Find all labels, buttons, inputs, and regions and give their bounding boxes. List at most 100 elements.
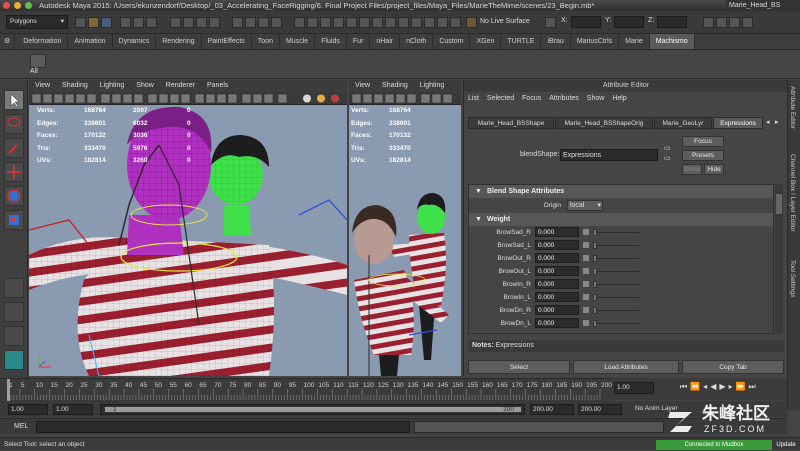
end-time-field[interactable]: 200.00 bbox=[578, 404, 622, 415]
viewport-menu-renderer[interactable]: Renderer bbox=[166, 82, 195, 89]
viewport-menu-view[interactable]: View bbox=[35, 82, 50, 89]
go-start-icon[interactable]: ⏮ bbox=[680, 382, 690, 391]
select-component-icon[interactable] bbox=[146, 17, 157, 28]
viewport-camera[interactable]: View Shading Lighting 168764 338601 1701… bbox=[349, 80, 461, 376]
load-attributes-button[interactable]: Load Attributes bbox=[573, 360, 679, 374]
node-tab-active[interactable]: Expressions bbox=[713, 117, 763, 129]
weight-slider-thumb[interactable] bbox=[593, 293, 597, 301]
weight-value-field[interactable]: 0.000 bbox=[535, 318, 579, 329]
shelf-tab[interactable]: Fur bbox=[347, 34, 371, 49]
time-slider[interactable]: 1 5 10 15 20 25 30 35 40 45 50 55 60 65 70 75 80 85 90 95 10… bbox=[0, 378, 612, 401]
go-end-icon[interactable]: ⏭ bbox=[748, 382, 758, 391]
history-icon[interactable] bbox=[232, 17, 243, 28]
play-back-icon[interactable]: ◀ bbox=[710, 382, 719, 391]
shelf-tab[interactable]: Toon bbox=[252, 34, 280, 49]
magnet-icon[interactable] bbox=[466, 17, 477, 28]
weight-slider-thumb[interactable] bbox=[593, 241, 597, 249]
shelf-tab[interactable]: Deformation bbox=[17, 34, 69, 49]
select-button[interactable]: Select bbox=[468, 360, 570, 374]
snap-curve-icon[interactable] bbox=[183, 17, 194, 28]
input-ops-icon-2[interactable] bbox=[320, 17, 331, 28]
viewport2-menu-lighting[interactable]: Lighting bbox=[420, 82, 445, 89]
keyframe-icon[interactable] bbox=[583, 294, 589, 301]
weight-slider-thumb[interactable] bbox=[593, 280, 597, 288]
current-time-marker[interactable] bbox=[7, 379, 10, 401]
copy-tab-button[interactable]: Copy Tab bbox=[682, 360, 784, 374]
viewport2-scene[interactable]: 168764 338601 170132 333470 182814 Verts… bbox=[349, 105, 461, 376]
layout-two-icon[interactable] bbox=[4, 326, 24, 346]
select-hierarchy-icon[interactable] bbox=[120, 17, 131, 28]
side-tab-channel-box[interactable]: Channel Box / Layer Editor bbox=[789, 154, 796, 232]
input-ops-icon-10[interactable] bbox=[424, 17, 435, 28]
lasso-tool-icon[interactable] bbox=[4, 114, 24, 134]
weight-value-field[interactable]: 0.000 bbox=[535, 227, 579, 238]
output-connection-icon[interactable]: ▭ bbox=[664, 154, 671, 162]
input-connection-icon[interactable]: ▭ bbox=[664, 144, 671, 152]
x-field[interactable] bbox=[571, 16, 601, 28]
layout-persp-outliner-icon[interactable] bbox=[4, 350, 24, 370]
weight-slider[interactable] bbox=[593, 228, 639, 236]
ae-menu-show[interactable]: Show bbox=[587, 95, 605, 102]
shelf-tab[interactable]: Muscle bbox=[280, 34, 316, 49]
blendshape-name-field[interactable]: Expressions bbox=[560, 149, 658, 161]
viewport-perspective[interactable]: View Shading Lighting Show Renderer Panels bbox=[29, 80, 347, 376]
keyframe-icon[interactable] bbox=[583, 320, 589, 327]
input-ops-icon-5[interactable] bbox=[359, 17, 370, 28]
xform-icon[interactable] bbox=[545, 17, 556, 28]
weight-slider[interactable] bbox=[593, 293, 639, 301]
step-forward-icon[interactable]: ⏩ bbox=[736, 382, 749, 391]
weight-slider-thumb[interactable] bbox=[593, 267, 597, 275]
select-object-icon[interactable] bbox=[133, 17, 144, 28]
playback-end-field[interactable]: 200.00 bbox=[530, 404, 574, 415]
weight-value-field[interactable]: 0.000 bbox=[535, 253, 579, 264]
input-ops-icon-8[interactable] bbox=[398, 17, 409, 28]
move-tool-icon[interactable] bbox=[4, 162, 24, 182]
ae-menu-attributes[interactable]: Attributes bbox=[549, 95, 579, 102]
live-surface-label[interactable]: No Live Surface bbox=[480, 18, 530, 25]
notes-bar[interactable]: Notes: Expressions bbox=[468, 340, 784, 352]
viewport-scene[interactable]: Verts: Edges: Faces: Tris: UVs: 168764 3… bbox=[29, 105, 347, 376]
channel-box-toggle-icon[interactable] bbox=[729, 17, 740, 28]
tool-settings-toggle-icon[interactable] bbox=[716, 17, 727, 28]
z-field[interactable] bbox=[657, 16, 687, 28]
node-tab[interactable]: Marie_Head_BSShapeOrig bbox=[555, 117, 653, 129]
shelf-all-icon[interactable] bbox=[30, 54, 46, 68]
play-icon[interactable]: ▶ bbox=[719, 382, 728, 391]
mel-label[interactable]: MEL bbox=[14, 423, 28, 430]
y-field[interactable] bbox=[614, 16, 644, 28]
input-ops-icon-7[interactable] bbox=[385, 17, 396, 28]
viewport-toolbar-icons[interactable] bbox=[29, 92, 347, 105]
tab-scroll-right-icon[interactable]: ▸ bbox=[775, 118, 779, 126]
time-ruler[interactable]: 1 5 10 15 20 25 30 35 40 45 50 55 60 65 70 75 80 85 90 95 10… bbox=[0, 379, 612, 401]
hide-button[interactable]: Hide bbox=[704, 164, 724, 175]
shelf-tab[interactable]: Marie bbox=[619, 34, 650, 49]
shelf-tab[interactable]: MariusCtrls bbox=[571, 34, 620, 49]
ipr-render-icon[interactable] bbox=[258, 17, 269, 28]
snap-grid-icon[interactable] bbox=[170, 17, 181, 28]
playback-start-field[interactable]: 1.00 bbox=[53, 404, 93, 415]
shelf-tab-active[interactable]: Machismo bbox=[649, 34, 695, 49]
keyframe-icon[interactable] bbox=[583, 255, 589, 262]
close-window-icon[interactable] bbox=[3, 2, 10, 9]
weight-slider[interactable] bbox=[593, 280, 639, 288]
viewport2-toolbar-icons[interactable] bbox=[349, 92, 461, 105]
viewport-menu-lighting[interactable]: Lighting bbox=[100, 82, 125, 89]
node-tab[interactable]: Marie_GeoLyr bbox=[654, 117, 712, 129]
weight-value-field[interactable]: 0.000 bbox=[535, 305, 579, 316]
paint-select-tool-icon[interactable] bbox=[4, 138, 24, 158]
shelf-tab[interactable]: TURTLE bbox=[501, 34, 542, 49]
current-time-field[interactable]: 1.00 bbox=[614, 382, 654, 394]
next-frame-icon[interactable]: ▸ bbox=[729, 382, 736, 391]
weight-value-field[interactable]: 0.000 bbox=[535, 279, 579, 290]
scale-tool-icon[interactable] bbox=[4, 210, 24, 230]
ae-menu-help[interactable]: Help bbox=[612, 95, 626, 102]
origin-dropdown[interactable]: local ▾ bbox=[566, 199, 603, 211]
open-scene-icon[interactable] bbox=[88, 17, 99, 28]
shelf-tab[interactable]: Custom bbox=[433, 34, 471, 49]
layout-single-icon[interactable] bbox=[4, 278, 24, 298]
weight-slider[interactable] bbox=[593, 254, 639, 262]
section-weight[interactable]: ▼ Weight bbox=[469, 213, 773, 226]
ae-menu-list[interactable]: List bbox=[468, 95, 479, 102]
weight-slider-thumb[interactable] bbox=[593, 319, 597, 327]
snap-point-icon[interactable] bbox=[196, 17, 207, 28]
